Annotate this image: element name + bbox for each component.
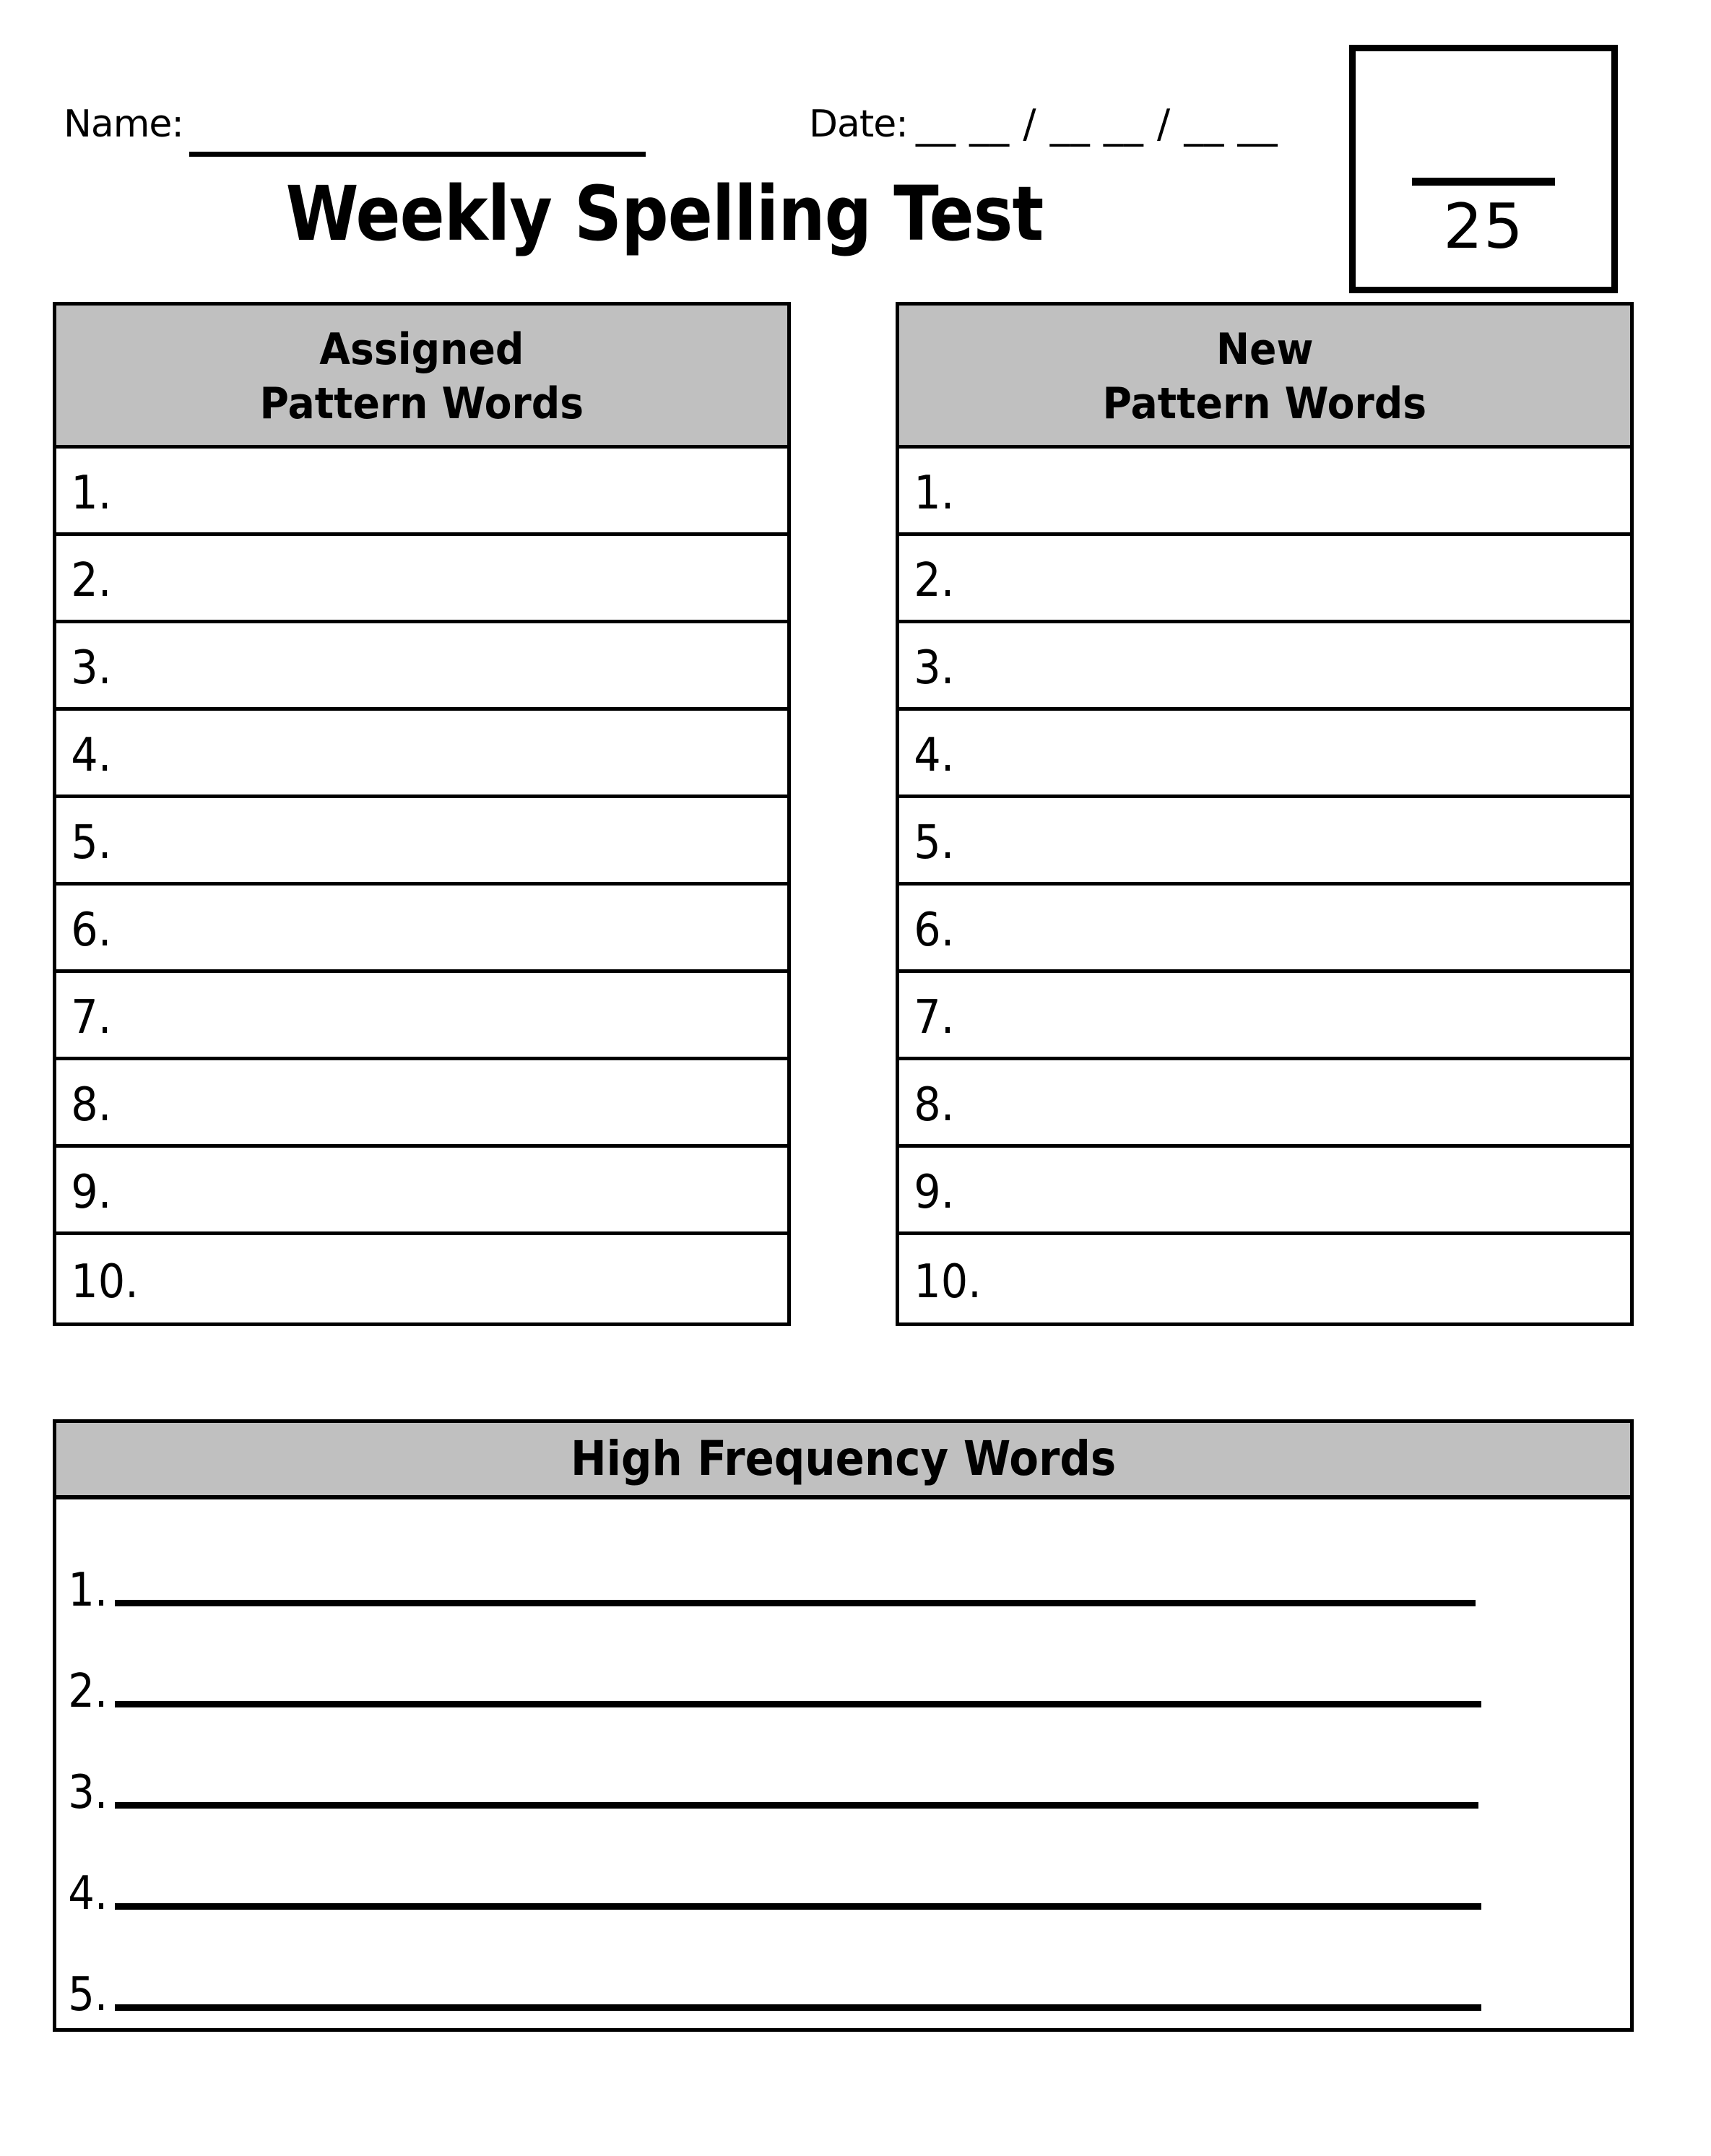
new-header-line-1: New [1216,324,1314,376]
table-row[interactable]: 7. [56,973,787,1060]
table-row[interactable]: 1. [56,449,787,536]
assigned-header-line-1: Assigned [319,324,524,376]
table-row[interactable]: 2. [899,536,1630,623]
new-pattern-words-table: New Pattern Words 1. 2. 3. 4. 5. 6. 7. 8… [896,302,1634,1326]
row-number: 2. [914,554,955,607]
score-fraction-bar [1412,178,1555,186]
row-number: 6. [71,904,112,957]
write-in-line[interactable] [115,1802,1479,1809]
new-header-line-2: Pattern Words [1102,378,1427,429]
write-in-line[interactable] [115,1701,1482,1707]
score-total-possible: 25 [1443,191,1524,263]
row-number: 8. [914,1078,955,1132]
row-number: 1. [914,467,955,520]
row-number: 7. [71,991,112,1044]
row-number: 9. [914,1166,955,1219]
high-frequency-words-header-label: High Frequency Words [570,1431,1117,1486]
row-number: 10. [914,1255,982,1309]
worksheet-page: Name: Date: __ __ / __ __ / __ __ 25 Wee… [0,0,1711,2156]
write-in-line[interactable] [115,2004,1482,2011]
list-item[interactable]: 3. [56,1707,1630,1816]
table-row[interactable]: 3. [899,623,1630,711]
write-in-line[interactable] [115,1600,1476,1606]
high-frequency-words-header: High Frequency Words [56,1423,1630,1499]
table-row[interactable]: 8. [56,1060,787,1148]
score-box: 25 [1349,45,1618,293]
table-row[interactable]: 10. [899,1235,1630,1322]
row-number: 5. [914,816,955,870]
table-row[interactable]: 8. [899,1060,1630,1148]
table-row[interactable]: 4. [899,711,1630,798]
table-row[interactable]: 9. [899,1148,1630,1235]
row-number: 4. [71,729,112,782]
table-row[interactable]: 6. [56,886,787,973]
page-title: Weekly Spelling Test [285,170,1044,258]
row-number: 1. [71,467,112,520]
row-number: 3. [914,641,955,695]
list-item-number: 5. [68,1968,108,2022]
row-number: 10. [71,1255,139,1309]
date-write-in-blanks[interactable]: __ __ / __ __ / __ __ [916,101,1278,147]
row-number: 4. [914,729,955,782]
table-row[interactable]: 7. [899,973,1630,1060]
name-write-in-line[interactable] [189,152,646,157]
assigned-header-line-2: Pattern Words [259,378,584,429]
list-item[interactable]: 5. [56,1910,1630,2022]
high-frequency-words-section: High Frequency Words 1. 2. 3. 4. 5. [53,1419,1634,2032]
row-number: 9. [71,1166,112,1219]
assigned-pattern-words-header: Assigned Pattern Words [56,306,787,449]
assigned-pattern-words-table: Assigned Pattern Words 1. 2. 3. 4. 5. 6.… [53,302,791,1326]
write-in-line[interactable] [115,1903,1482,1910]
row-number: 8. [71,1078,112,1132]
table-row[interactable]: 3. [56,623,787,711]
list-item[interactable]: 4. [56,1809,1630,1917]
list-item[interactable]: 1. [56,1505,1630,1614]
list-item[interactable]: 2. [56,1606,1630,1715]
row-number: 6. [914,904,955,957]
row-number: 7. [914,991,955,1044]
table-row[interactable]: 10. [56,1235,787,1322]
name-label: Name: [64,103,184,146]
table-row[interactable]: 9. [56,1148,787,1235]
table-row[interactable]: 4. [56,711,787,798]
row-number: 5. [71,816,112,870]
date-label: Date: [809,103,909,146]
table-row[interactable]: 1. [899,449,1630,536]
high-frequency-words-body: 1. 2. 3. 4. 5. [56,1499,1630,2027]
row-number: 3. [71,641,112,695]
table-row[interactable]: 5. [899,798,1630,886]
table-row[interactable]: 6. [899,886,1630,973]
table-row[interactable]: 5. [56,798,787,886]
new-pattern-words-header: New Pattern Words [899,306,1630,449]
row-number: 2. [71,554,112,607]
table-row[interactable]: 2. [56,536,787,623]
